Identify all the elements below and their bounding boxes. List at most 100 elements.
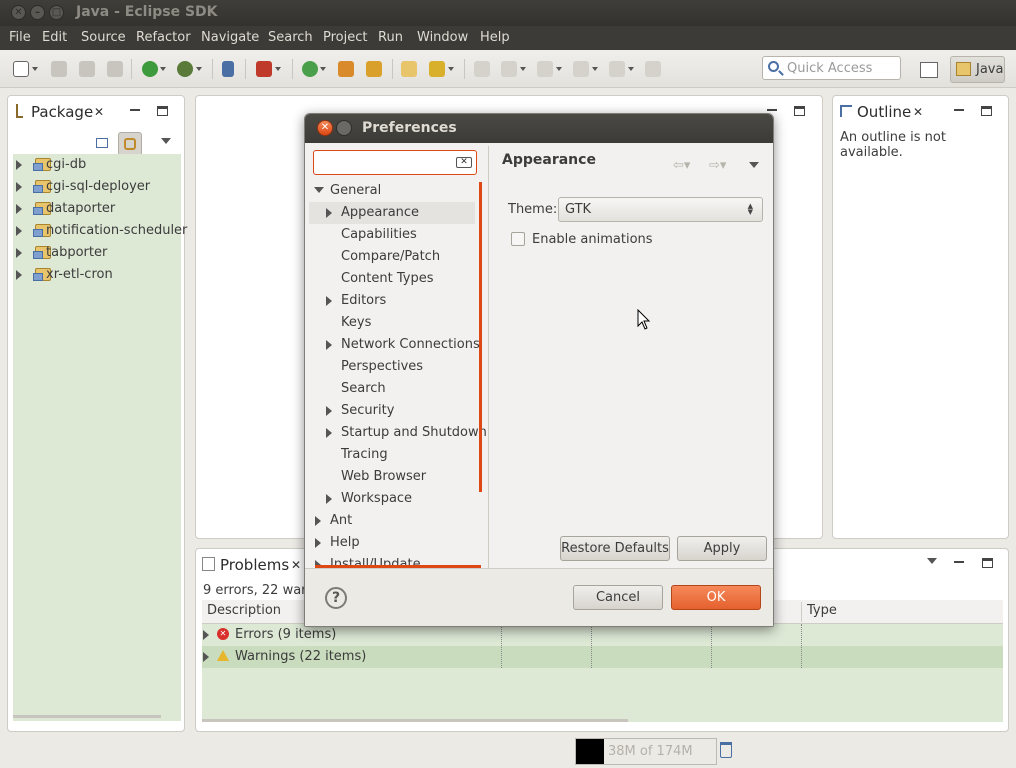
tree-item-label: Appearance xyxy=(341,205,420,220)
view-menu-icon[interactable] xyxy=(927,558,937,564)
chevron-updown-icon: ▲ ▼ xyxy=(747,202,753,216)
heap-usage-bar xyxy=(576,739,604,764)
prev-annotation-icon[interactable] xyxy=(537,61,553,77)
tree-item-label: Editors xyxy=(341,293,387,308)
tree-item-label: Help xyxy=(330,535,360,550)
close-icon[interactable]: ✕ xyxy=(317,120,333,136)
table-row[interactable]: Warnings (22 items) xyxy=(202,646,1003,668)
tree-item-label: Workspace xyxy=(341,491,413,506)
column-description[interactable]: Description xyxy=(207,603,281,618)
trash-icon[interactable] xyxy=(720,742,732,758)
dialog-title: Preferences xyxy=(362,120,457,136)
package-explorer-icon xyxy=(16,104,23,118)
debug-icon[interactable] xyxy=(177,61,193,77)
restore-defaults-button[interactable]: Restore Defaults xyxy=(560,536,670,561)
minimize-icon[interactable]: – xyxy=(30,5,45,20)
pane-divider[interactable] xyxy=(488,146,489,568)
horizontal-scrollbar[interactable] xyxy=(202,719,628,722)
ok-button[interactable]: OK xyxy=(671,585,761,610)
new-java-project-icon[interactable] xyxy=(302,61,318,77)
tree-item-appearance[interactable]: Appearance xyxy=(309,202,475,224)
search-tool-icon[interactable] xyxy=(429,61,445,77)
save-all-icon[interactable] xyxy=(79,61,95,77)
skip-breakpoints-icon[interactable] xyxy=(222,61,234,77)
external-tools-icon[interactable] xyxy=(256,61,272,77)
project-label: cgi-db xyxy=(46,157,87,172)
project-label: notification-scheduler xyxy=(46,223,188,238)
menu-refactor[interactable]: Refactor xyxy=(136,30,191,45)
minimize-icon[interactable] xyxy=(767,109,777,111)
outline-panel: Outline ✕ An outline is not available. xyxy=(832,95,1009,539)
horizontal-scrollbar[interactable] xyxy=(13,715,161,718)
clear-icon[interactable]: ✕ xyxy=(456,157,472,168)
link-with-editor-icon[interactable] xyxy=(118,132,142,156)
menu-navigate[interactable]: Navigate xyxy=(201,30,259,45)
next-annotation-icon[interactable] xyxy=(501,61,517,77)
cancel-button[interactable]: Cancel xyxy=(573,585,663,610)
column-type[interactable]: Type xyxy=(807,603,837,618)
tree-item-general[interactable]: General xyxy=(309,180,479,202)
close-icon[interactable]: ✕ xyxy=(913,105,923,119)
forward-icon[interactable] xyxy=(609,61,625,77)
outline-tab[interactable]: Outline xyxy=(857,103,911,121)
maximize-icon[interactable] xyxy=(981,106,992,116)
dialog-title-bar: ✕ Preferences xyxy=(305,114,773,143)
close-icon[interactable]: ✕ xyxy=(94,105,104,119)
help-icon[interactable]: ? xyxy=(325,587,347,609)
status-bar xyxy=(0,736,1016,768)
new-class-icon[interactable] xyxy=(366,61,382,77)
open-perspective-icon[interactable] xyxy=(920,62,938,78)
menu-project[interactable]: Project xyxy=(323,30,367,45)
package-explorer-tab[interactable]: Package xyxy=(31,103,93,121)
close-icon[interactable]: ✕ xyxy=(11,5,26,20)
tree-item-label: Perspectives xyxy=(341,359,424,374)
apply-button[interactable]: Apply xyxy=(677,536,767,561)
tree-item-label: General xyxy=(330,183,382,198)
print-icon[interactable] xyxy=(107,61,123,77)
menu-file[interactable]: File xyxy=(9,30,31,45)
run-icon[interactable] xyxy=(142,61,158,77)
new-icon[interactable] xyxy=(13,61,29,77)
enable-animations-checkbox[interactable] xyxy=(511,232,525,246)
minimize-icon[interactable] xyxy=(130,109,140,111)
java-perspective-button[interactable]: Java xyxy=(950,56,1005,83)
annotation-icon[interactable] xyxy=(474,61,490,77)
java-perspective-label: Java xyxy=(976,62,1004,77)
problems-tab[interactable]: Problems xyxy=(220,556,289,574)
java-perspective-icon xyxy=(956,62,971,76)
collapse-all-icon[interactable] xyxy=(96,138,108,148)
filter-input[interactable]: ✕ xyxy=(313,150,477,175)
maximize-icon[interactable]: □ xyxy=(49,5,64,20)
preferences-dialog: ✕ Preferences ✕ General Appearance Capab… xyxy=(304,113,774,627)
menu-run[interactable]: Run xyxy=(378,30,403,45)
save-icon[interactable] xyxy=(51,61,67,77)
menu-search[interactable]: Search xyxy=(268,30,313,45)
heap-status[interactable]: 38M of 174M xyxy=(575,738,717,765)
menu-source[interactable]: Source xyxy=(81,30,126,45)
close-icon[interactable]: ✕ xyxy=(291,558,301,572)
theme-select[interactable]: GTK ▲ ▼ xyxy=(558,197,763,222)
menu-window[interactable]: Window xyxy=(417,30,468,45)
back-icon[interactable]: ⇦▾ xyxy=(673,158,690,173)
open-type-icon[interactable] xyxy=(401,61,417,77)
vertical-scrollbar[interactable] xyxy=(479,182,482,492)
back-icon[interactable] xyxy=(573,61,589,77)
quick-access-input[interactable]: Quick Access xyxy=(762,56,901,80)
minimize-icon[interactable] xyxy=(954,109,964,111)
forward-icon[interactable]: ⇨▾ xyxy=(709,158,726,173)
pin-editor-icon[interactable] xyxy=(645,61,661,77)
view-menu-icon[interactable] xyxy=(161,138,171,144)
table-row[interactable]: ✕ Errors (9 items) xyxy=(202,624,1003,646)
minimize-icon[interactable] xyxy=(954,561,964,563)
maximize-icon[interactable] xyxy=(982,558,993,568)
new-package-icon[interactable] xyxy=(338,61,354,77)
menu-help[interactable]: Help xyxy=(480,30,510,45)
project-label: xr-etl-cron xyxy=(46,267,113,282)
warning-icon xyxy=(217,650,229,661)
maximize-icon[interactable] xyxy=(794,106,805,116)
menu-edit[interactable]: Edit xyxy=(42,30,67,45)
tree-item-label: Keys xyxy=(341,315,372,330)
maximize-icon[interactable] xyxy=(336,120,352,136)
maximize-icon[interactable] xyxy=(157,106,168,116)
view-menu-icon[interactable] xyxy=(749,162,759,168)
